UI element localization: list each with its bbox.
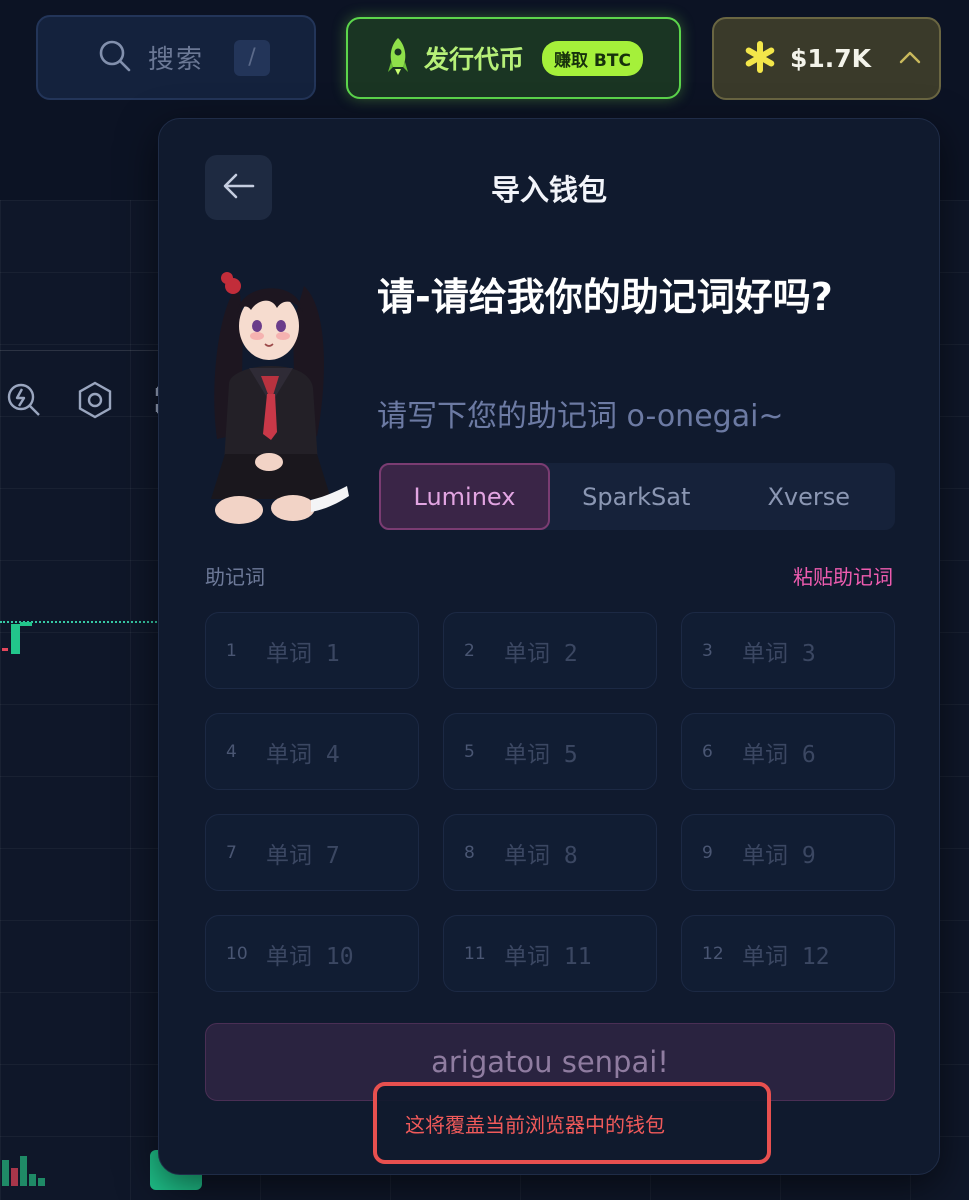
mnemonic-word-input[interactable]: 12 单词 12 [681, 915, 895, 992]
wallet-balance-button[interactable]: $1.7K [712, 17, 941, 100]
word-placeholder: 单词 4 [266, 741, 340, 768]
mnemonic-word-grid: 1 单词 1 2 单词 2 3 单词 3 4 单词 4 5 单词 5 6 单词 6 7 单词 … [205, 612, 895, 992]
candle [11, 624, 20, 654]
mnemonic-word-input[interactable]: 6 单词 6 [681, 713, 895, 790]
candle [2, 648, 8, 651]
lightning-search-icon[interactable] [2, 378, 46, 422]
star-icon [744, 40, 776, 77]
search-button[interactable]: 搜索 / [36, 15, 316, 100]
mnemonic-word-input[interactable]: 8 单词 8 [443, 814, 657, 891]
mnemonic-word-input[interactable]: 9 单词 9 [681, 814, 895, 891]
word-index: 9 [702, 842, 713, 863]
word-placeholder: 单词 10 [266, 943, 354, 970]
mascot-avatar [199, 264, 369, 534]
word-index: 11 [464, 943, 486, 964]
word-index: 2 [464, 640, 475, 661]
word-placeholder: 单词 12 [742, 943, 830, 970]
modal-subline: 请写下您的助记词 o-onegai~ [377, 399, 784, 434]
word-placeholder: 单词 7 [266, 842, 340, 869]
chevron-up-icon [899, 49, 921, 68]
warning-text: 这将覆盖当前浏览器中的钱包 [405, 1112, 665, 1137]
word-index: 6 [702, 741, 713, 762]
word-placeholder: 单词 6 [742, 741, 816, 768]
mnemonic-word-input[interactable]: 11 单词 11 [443, 915, 657, 992]
word-placeholder: 单词 3 [742, 640, 816, 667]
tab-luminex[interactable]: Luminex [379, 463, 550, 530]
tab-xverse[interactable]: Xverse [723, 463, 896, 530]
volume-bar [20, 1156, 27, 1186]
word-placeholder: 单词 11 [504, 943, 592, 970]
word-index: 7 [226, 842, 237, 863]
word-index: 3 [702, 640, 713, 661]
word-placeholder: 单词 8 [504, 842, 578, 869]
mnemonic-word-input[interactable]: 7 单词 7 [205, 814, 419, 891]
overwrite-warning: 这将覆盖当前浏览器中的钱包 [373, 1082, 771, 1164]
word-index: 8 [464, 842, 475, 863]
paste-mnemonic-link[interactable]: 粘贴助记词 [793, 561, 893, 590]
modal-title: 导入钱包 [490, 173, 607, 207]
hexagon-settings-icon[interactable] [73, 378, 117, 422]
search-label: 搜索 [148, 45, 205, 75]
word-index: 4 [226, 741, 237, 762]
rocket-icon [384, 36, 412, 80]
volume-bar [38, 1178, 45, 1186]
word-placeholder: 单词 1 [266, 640, 340, 667]
candle [20, 622, 32, 626]
chart-divider [0, 350, 160, 351]
mnemonic-word-input[interactable]: 1 单词 1 [205, 612, 419, 689]
search-icon [98, 39, 132, 77]
import-wallet-modal: 导入钱包 请-请给我你的助记词好吗? 请写下您的助记词 o-onegai~ Lu… [158, 118, 940, 1175]
word-placeholder: 单词 9 [742, 842, 816, 869]
word-placeholder: 单词 5 [504, 741, 578, 768]
mnemonic-word-input[interactable]: 5 单词 5 [443, 713, 657, 790]
word-placeholder: 单词 2 [504, 640, 578, 667]
word-index: 12 [702, 943, 724, 964]
word-index: 5 [464, 741, 475, 762]
mnemonic-word-input[interactable]: 3 单词 3 [681, 612, 895, 689]
mnemonic-label: 助记词 [205, 565, 265, 589]
mnemonic-word-input[interactable]: 2 单词 2 [443, 612, 657, 689]
mnemonic-word-input[interactable]: 4 单词 4 [205, 713, 419, 790]
word-index: 10 [226, 943, 248, 964]
wallet-provider-tabs: Luminex SparkSat Xverse [379, 463, 895, 530]
balance-amount: $1.7K [790, 44, 872, 73]
earn-btc-badge: 赚取 BTC [542, 40, 643, 76]
modal-headline: 请-请给我你的助记词好吗? [377, 275, 833, 319]
launch-token-button[interactable]: 发行代币 赚取 BTC [346, 17, 681, 99]
volume-bar [2, 1160, 9, 1186]
tab-sparksat[interactable]: SparkSat [550, 463, 723, 530]
word-index: 1 [226, 640, 237, 661]
mnemonic-word-input[interactable]: 10 单词 10 [205, 915, 419, 992]
volume-bar [29, 1174, 36, 1186]
volume-bar [11, 1168, 18, 1186]
launch-token-label: 发行代币 [424, 45, 525, 74]
search-shortcut-key: / [234, 39, 271, 76]
